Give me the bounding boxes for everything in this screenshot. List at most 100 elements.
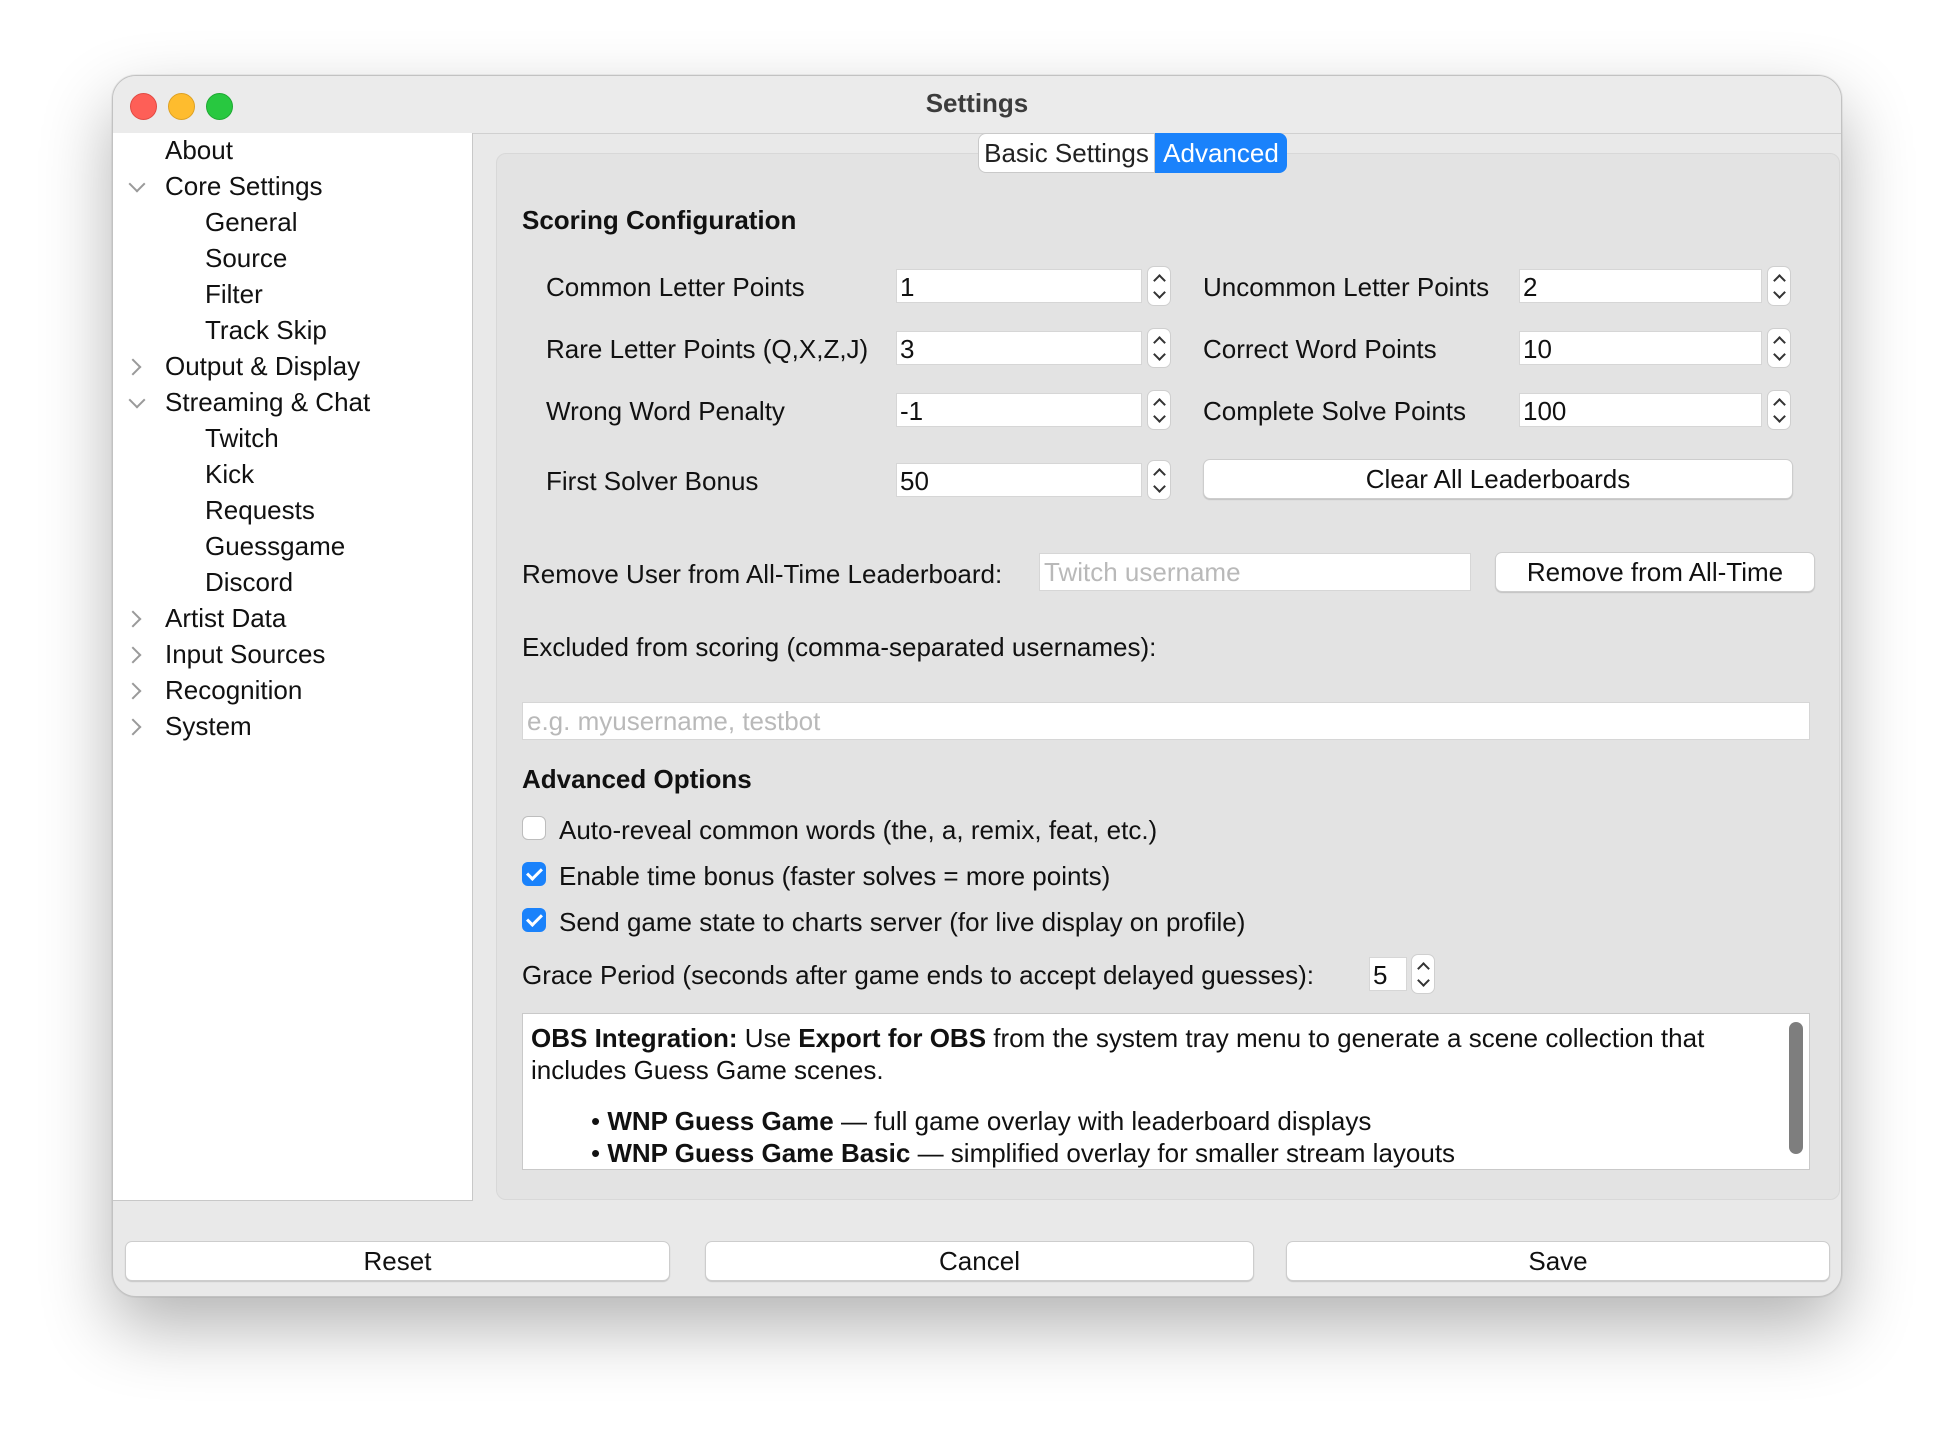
chevron-up-icon: [1153, 274, 1166, 287]
sidebar-item-discord[interactable]: Discord: [205, 565, 293, 599]
sidebar-item-streaming-and-chat[interactable]: Streaming & Chat: [165, 385, 370, 419]
first-solver-label: First Solver Bonus: [546, 466, 759, 496]
chevron-down-icon[interactable]: [128, 391, 146, 409]
title-bar: Settings: [113, 76, 1841, 134]
chevron-up-icon: [1773, 398, 1786, 411]
auto-reveal-checkbox[interactable]: [522, 816, 546, 840]
wrong-word-stepper[interactable]: [1147, 390, 1171, 430]
twitch-username-input[interactable]: Twitch username: [1039, 553, 1471, 591]
rare-letter-stepper[interactable]: [1147, 328, 1171, 368]
chevron-down-icon: [1417, 974, 1430, 987]
auto-reveal-label: Auto-reveal common words (the, a, remix,…: [559, 815, 1158, 845]
rare-letter-label: Rare Letter Points (Q,X,Z,J): [546, 334, 869, 364]
sidebar-item-kick[interactable]: Kick: [205, 457, 254, 491]
common-letter-input[interactable]: 1: [896, 269, 1142, 303]
uncommon-letter-stepper[interactable]: [1767, 266, 1791, 306]
wrong-word-label: Wrong Word Penalty: [546, 396, 785, 426]
complete-solve-label: Complete Solve Points: [1203, 396, 1467, 426]
sidebar-item-twitch[interactable]: Twitch: [205, 421, 279, 455]
chevron-right-icon[interactable]: [124, 718, 142, 736]
obs-info-box[interactable]: OBS Integration: Use Export for OBS from…: [522, 1013, 1810, 1170]
send-state-checkbox[interactable]: [522, 908, 546, 932]
sidebar-item-output-and-display[interactable]: Output & Display: [165, 349, 360, 383]
uncommon-letter-label: Uncommon Letter Points: [1203, 272, 1490, 302]
scoring-heading: Scoring Configuration: [522, 205, 797, 235]
clear-leaderboards-button[interactable]: Clear All Leaderboards: [1203, 459, 1793, 499]
reset-button[interactable]: Reset: [125, 1241, 670, 1281]
bullet-title: WNP Guess Game: [607, 1106, 834, 1136]
grace-period-label: Grace Period (seconds after game ends to…: [522, 960, 1314, 990]
window-title: Settings: [925, 88, 1029, 118]
time-bonus-label: Enable time bonus (faster solves = more …: [559, 861, 1111, 891]
info-scrollbar[interactable]: [1789, 1022, 1803, 1154]
send-state-label: Send game state to charts server (for li…: [559, 907, 1246, 937]
wrong-word-input[interactable]: -1: [896, 393, 1142, 427]
chevron-up-icon: [1773, 274, 1786, 287]
complete-solve-input[interactable]: 100: [1519, 393, 1762, 427]
sidebar-item-core-settings[interactable]: Core Settings: [165, 169, 323, 203]
save-button[interactable]: Save: [1286, 1241, 1830, 1281]
remove-user-label: Remove User from All-Time Leaderboard:: [522, 559, 1003, 589]
chevron-right-icon[interactable]: [124, 682, 142, 700]
complete-solve-stepper[interactable]: [1767, 390, 1791, 430]
sidebar-item-artist-data[interactable]: Artist Data: [165, 601, 286, 635]
sidebar-item-general[interactable]: General: [205, 205, 298, 239]
chevron-down-icon: [1153, 348, 1166, 361]
sidebar-item-about[interactable]: About: [165, 133, 233, 167]
uncommon-letter-input[interactable]: 2: [1519, 269, 1762, 303]
chevron-down-icon: [1773, 410, 1786, 423]
chevron-down-icon: [1773, 286, 1786, 299]
chevron-up-icon: [1153, 468, 1166, 481]
chevron-down-icon: [1153, 286, 1166, 299]
common-letter-label: Common Letter Points: [546, 272, 805, 302]
excluded-usernames-input[interactable]: e.g. myusername, testbot: [522, 702, 1810, 740]
bullet-title: WNP Guess Game Basic: [607, 1138, 911, 1168]
remove-from-all-time-button[interactable]: Remove from All-Time: [1495, 552, 1815, 592]
bullet-marker: •: [591, 1138, 601, 1168]
bullet-text: — full game overlay with leaderboard dis…: [833, 1106, 1372, 1136]
cancel-button[interactable]: Cancel: [705, 1241, 1254, 1281]
sidebar-item-recognition[interactable]: Recognition: [165, 673, 302, 707]
chevron-down-icon[interactable]: [128, 175, 146, 193]
tab-basic-settings[interactable]: Basic Settings: [978, 133, 1155, 173]
chevron-down-icon: [1773, 348, 1786, 361]
chevron-down-icon: [1153, 410, 1166, 423]
sidebar-item-requests[interactable]: Requests: [205, 493, 315, 527]
obs-info-export-label: Export for OBS: [798, 1023, 987, 1053]
chevron-right-icon[interactable]: [124, 646, 142, 664]
time-bonus-checkbox[interactable]: [522, 862, 546, 886]
settings-sidebar: About Core Settings General Source Filter Tra…: [113, 133, 473, 1201]
chevron-right-icon[interactable]: [124, 358, 142, 376]
correct-word-stepper[interactable]: [1767, 328, 1791, 368]
sidebar-item-guessgame[interactable]: Guessgame: [205, 529, 345, 563]
bullet-marker: •: [591, 1106, 601, 1136]
obs-info-text-1: Use: [737, 1023, 799, 1053]
sidebar-item-filter[interactable]: Filter: [205, 277, 263, 311]
chevron-down-icon: [1153, 480, 1166, 493]
obs-info-lead: OBS Integration:: [531, 1023, 738, 1053]
first-solver-stepper[interactable]: [1147, 460, 1171, 500]
correct-word-input[interactable]: 10: [1519, 331, 1762, 365]
chevron-up-icon: [1773, 336, 1786, 349]
chevron-up-icon: [1153, 398, 1166, 411]
sidebar-item-track-skip[interactable]: Track Skip: [205, 313, 327, 347]
correct-word-label: Correct Word Points: [1203, 334, 1437, 364]
settings-tabs: Basic Settings Advanced: [978, 133, 1287, 173]
first-solver-input[interactable]: 50: [896, 463, 1142, 497]
list-item: • WNP Guess Game Basic — simplified over…: [591, 1138, 1455, 1169]
common-letter-stepper[interactable]: [1147, 266, 1171, 306]
grace-period-input[interactable]: 5: [1369, 957, 1407, 991]
advanced-options-heading: Advanced Options: [522, 764, 752, 794]
list-item: • WNP Guess Game — full game overlay wit…: [591, 1106, 1371, 1137]
chevron-up-icon: [1153, 336, 1166, 349]
obs-info-text: OBS Integration: Use Export for OBS from…: [531, 1022, 1771, 1086]
chevron-right-icon[interactable]: [124, 610, 142, 628]
chevron-up-icon: [1417, 962, 1430, 975]
sidebar-item-source[interactable]: Source: [205, 241, 287, 275]
sidebar-item-system[interactable]: System: [165, 709, 252, 743]
tab-advanced[interactable]: Advanced: [1155, 133, 1287, 173]
sidebar-item-input-sources[interactable]: Input Sources: [165, 637, 325, 671]
settings-window: Settings About Core Settings General Source…: [112, 75, 1842, 1297]
rare-letter-input[interactable]: 3: [896, 331, 1142, 365]
grace-period-stepper[interactable]: [1411, 954, 1435, 994]
